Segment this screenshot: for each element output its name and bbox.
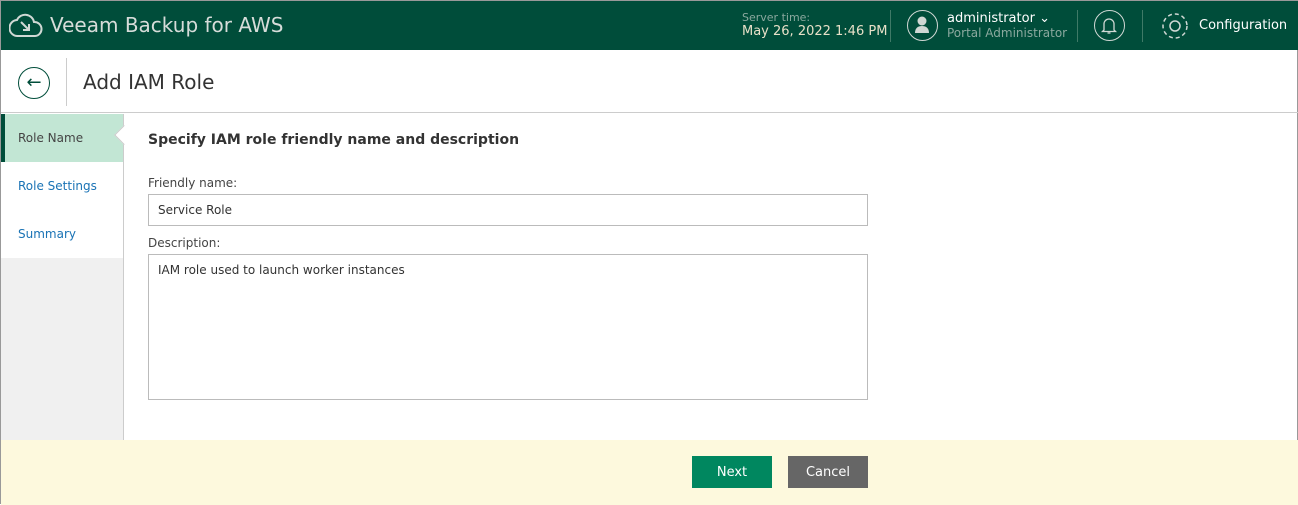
configuration-link[interactable]: Configuration bbox=[1199, 18, 1287, 33]
bell-icon[interactable] bbox=[1094, 10, 1125, 41]
friendly-name-label: Friendly name: bbox=[148, 176, 238, 190]
divider bbox=[890, 10, 891, 42]
user-menu[interactable]: administrator ⌄ Portal Administrator bbox=[947, 11, 1067, 40]
server-time-label: Server time: bbox=[742, 11, 811, 24]
app-title: Veeam Backup for AWS bbox=[50, 13, 284, 37]
next-button[interactable]: Next bbox=[692, 456, 772, 488]
arrow-left-icon: ← bbox=[26, 72, 42, 93]
form-heading: Specify IAM role friendly name and descr… bbox=[148, 132, 520, 148]
user-name: administrator bbox=[947, 11, 1035, 26]
divider bbox=[1077, 10, 1078, 42]
step-role-name[interactable]: Role Name bbox=[1, 114, 123, 162]
description-textarea[interactable]: IAM role used to launch worker instances bbox=[148, 254, 868, 400]
server-time-value: May 26, 2022 1:46 PM bbox=[742, 24, 888, 39]
page-title: Add IAM Role bbox=[83, 70, 215, 94]
step-role-settings[interactable]: Role Settings bbox=[1, 162, 123, 210]
step-summary[interactable]: Summary bbox=[1, 210, 123, 258]
user-role: Portal Administrator bbox=[947, 26, 1068, 40]
wizard-steps: Role Name Role Settings Summary bbox=[1, 114, 124, 440]
user-avatar-icon[interactable] bbox=[907, 10, 938, 41]
back-button[interactable]: ← bbox=[18, 67, 50, 99]
chevron-down-icon: ⌄ bbox=[1039, 11, 1050, 26]
friendly-name-input[interactable]: Service Role bbox=[148, 194, 868, 226]
gear-icon[interactable] bbox=[1158, 9, 1192, 43]
divider bbox=[1142, 10, 1143, 42]
wizard-footer: Next Cancel bbox=[1, 440, 1298, 505]
server-time: Server time: May 26, 2022 1:46 PM bbox=[742, 11, 887, 39]
divider bbox=[66, 58, 67, 106]
page-header: ← Add IAM Role bbox=[1, 50, 1298, 113]
top-bar: Veeam Backup for AWS Server time: May 26,… bbox=[1, 1, 1298, 50]
cancel-button[interactable]: Cancel bbox=[788, 456, 868, 488]
veeam-logo-icon bbox=[9, 13, 43, 37]
description-label: Description: bbox=[148, 236, 221, 250]
